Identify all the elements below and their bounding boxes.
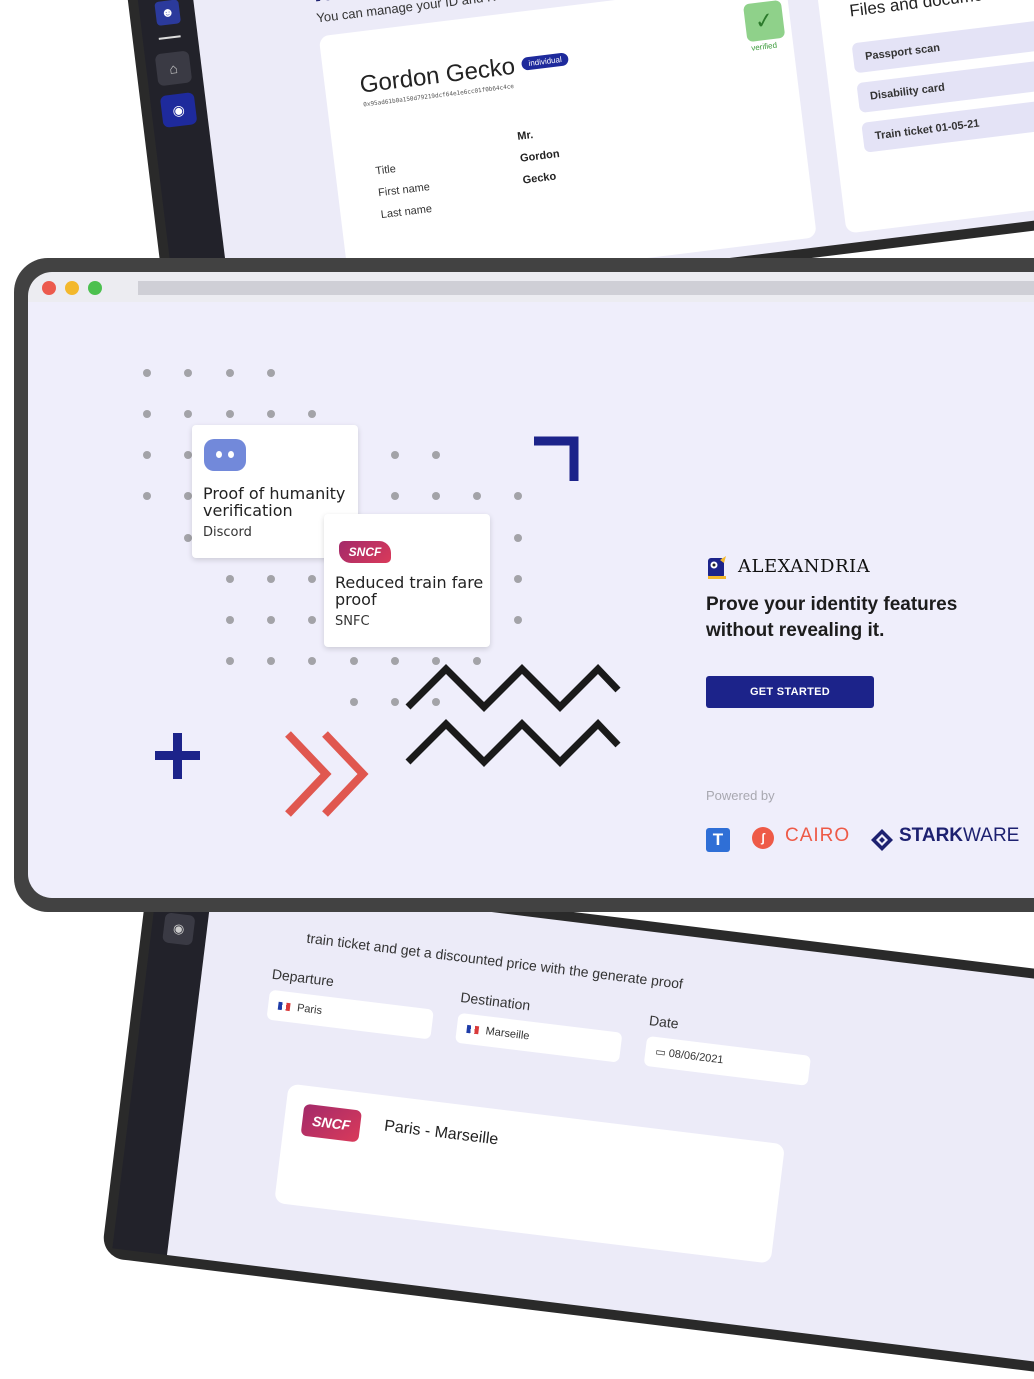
- t-logo-icon[interactable]: T: [706, 828, 730, 852]
- departure-label: Departure: [271, 965, 335, 990]
- card-title-line2: proof: [335, 590, 377, 609]
- field-label-first-name: First name: [377, 181, 431, 200]
- brand-name: ALEXANDRIA: [738, 556, 871, 577]
- discord-icon-eye: [228, 451, 234, 458]
- card-title-line1: Reduced train fare: [335, 573, 484, 592]
- maximize-window-icon[interactable]: [88, 281, 102, 295]
- verified-check-icon: ✓: [742, 0, 786, 43]
- departure-field[interactable]: Paris: [266, 989, 434, 1040]
- card-title-line2: verification: [203, 501, 293, 520]
- cairo-label[interactable]: CAIRO: [785, 824, 850, 848]
- close-window-icon[interactable]: [42, 281, 56, 295]
- user-icon[interactable]: ◉: [159, 92, 198, 128]
- form-subtitle: train ticket and get a discounted price …: [305, 929, 684, 992]
- train-proof-screen: ◉ train ticket and get a discounted pric…: [101, 860, 1034, 1379]
- starkware-label-light: WARE: [963, 825, 1020, 846]
- files-title: Files and documents: [848, 0, 1007, 21]
- minimize-window-icon[interactable]: [65, 281, 79, 295]
- cairo-logo-icon: ʃ: [752, 827, 774, 849]
- corner-bracket-shape: [534, 436, 579, 481]
- date-value: 08/06/2021: [667, 1047, 725, 1067]
- files-card: Files and documents Passport scan Disabi…: [814, 0, 1034, 234]
- departure-value: Paris: [296, 1002, 323, 1018]
- starkware-label[interactable]: STARKWARE: [899, 824, 1019, 848]
- ticket-card[interactable]: SNCF Paris - Marseille: [274, 1083, 786, 1264]
- discord-icon: [204, 439, 246, 471]
- field-value-last-name: Gecko: [522, 170, 557, 187]
- starkware-logo-icon: [871, 829, 893, 851]
- sncf-logo: SNCF: [339, 541, 391, 563]
- train-form-main: train ticket and get a discounted price …: [166, 877, 1034, 1369]
- date-field[interactable]: ▭ 08/06/2021: [643, 1035, 812, 1086]
- main-window: Proof of humanity verification Discord S…: [14, 258, 1034, 912]
- chevron-right-icon: [285, 731, 332, 817]
- user-icon[interactable]: ◉: [162, 912, 196, 946]
- field-value-title: Mr.: [516, 129, 534, 143]
- field-label-title: Title: [374, 163, 397, 178]
- headline-line2: without revealing it.: [706, 620, 885, 641]
- proof-card-sncf[interactable]: SNCF Reduced train fare proof SNFC: [324, 514, 490, 647]
- card-title-line1: Proof of humanity: [203, 484, 346, 503]
- zigzag-shape: [405, 718, 621, 767]
- destination-value: Marseille: [484, 1025, 531, 1043]
- sncf-logo: SNCF: [300, 1103, 363, 1143]
- destination-label: Destination: [459, 988, 532, 1014]
- ticket-route: Paris - Marseille: [383, 1117, 500, 1149]
- verified-label: verified: [750, 40, 778, 53]
- discord-icon-eye: [216, 451, 222, 458]
- starkware-label-bold: STARK: [899, 825, 964, 846]
- france-flag-icon: [277, 1001, 291, 1012]
- avatar-icon[interactable]: ☻: [154, 0, 182, 27]
- date-label: Date: [648, 1012, 680, 1032]
- powered-by-label: Powered by: [706, 788, 775, 803]
- home-icon[interactable]: ⌂: [154, 50, 193, 87]
- destination-field[interactable]: Marseille: [455, 1012, 623, 1063]
- field-label-last-name: Last name: [380, 202, 433, 222]
- identity-type-badge: individual: [520, 52, 570, 71]
- field-value-first-name: Gordon: [519, 147, 561, 165]
- identity-card: Gordon Gecko individual 0x95ad61b0a150d7…: [318, 0, 817, 295]
- landing-page: Proof of humanity verification Discord S…: [28, 302, 1034, 898]
- window-titlebar: [28, 272, 1034, 302]
- zigzag-shape: [405, 663, 621, 712]
- get-started-button[interactable]: GET STARTED: [706, 676, 874, 708]
- hero-headline: Prove your identity features without rev…: [706, 592, 957, 644]
- sidebar-divider: [158, 35, 181, 40]
- plus-icon: [155, 733, 200, 779]
- france-flag-icon: [466, 1024, 480, 1035]
- card-source: Discord: [203, 525, 252, 540]
- address-bar[interactable]: [138, 281, 1034, 295]
- card-source: SNFC: [335, 614, 370, 629]
- owl-logo-icon: [708, 556, 726, 579]
- headline-line1: Prove your identity features: [706, 594, 958, 615]
